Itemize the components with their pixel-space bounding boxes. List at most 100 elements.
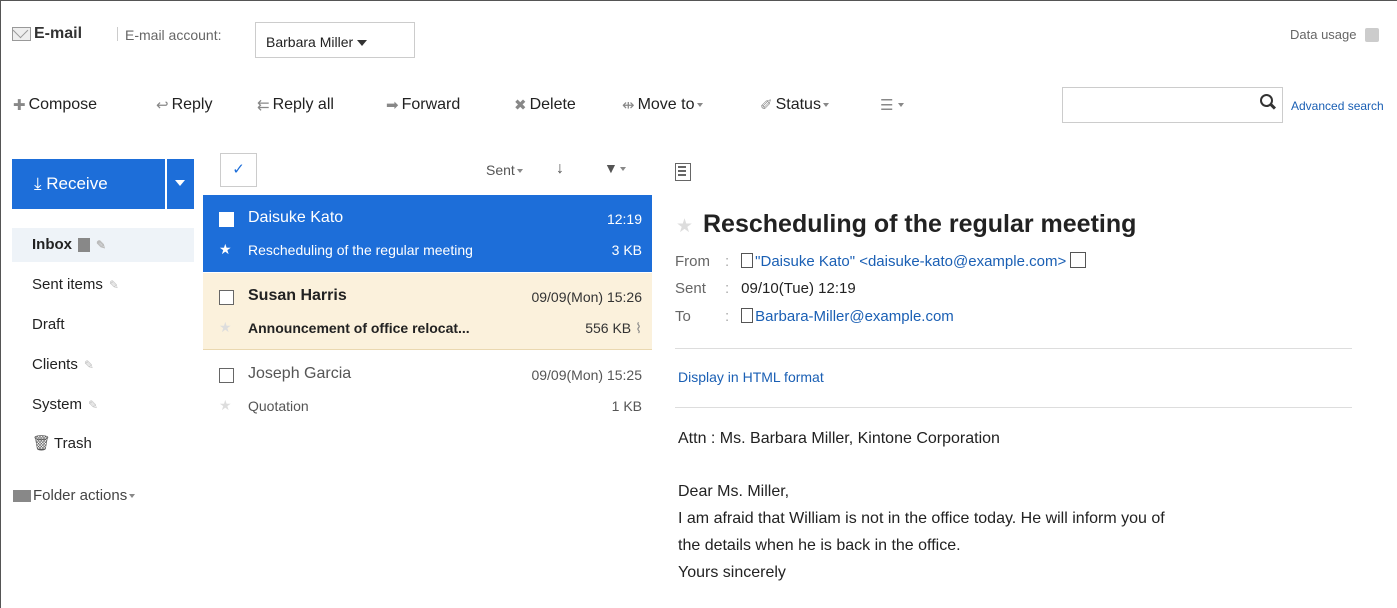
app-title-label: E-mail xyxy=(34,25,83,42)
sidebar-item-clients[interactable]: Clients ✎ xyxy=(32,356,94,373)
move-to-button[interactable]: ⇹ Move to xyxy=(622,96,703,114)
receive-dropdown-button[interactable] xyxy=(167,159,194,209)
sidebar-item-label: Clients xyxy=(32,356,78,373)
shared-icon: ✎ xyxy=(88,397,99,412)
message-size: 1 KB xyxy=(611,398,642,414)
checkmark-icon: ✓ xyxy=(232,161,245,178)
from-row: From: "Daisuke Kato" <daisuke-kato@exampl… xyxy=(675,252,1087,270)
message-size: 556 KB xyxy=(585,320,632,336)
sidebar-item-sent-items[interactable]: Sent items ✎ xyxy=(32,276,119,293)
trash-icon: 🗑 xyxy=(32,435,52,452)
message-body-line: Attn : Ms. Barbara Miller, Kintone Corpo… xyxy=(678,430,1000,447)
print-view-icon[interactable] xyxy=(675,163,691,181)
folder-actions-menu[interactable]: Folder actions xyxy=(13,487,136,504)
star-icon[interactable]: ★ xyxy=(219,319,232,336)
address-book-icon[interactable] xyxy=(1070,252,1087,268)
star-icon[interactable]: ★ xyxy=(219,241,232,258)
folder-icon xyxy=(13,489,31,502)
sort-direction-icon[interactable]: ↓ xyxy=(556,160,564,178)
chevron-down-icon xyxy=(175,180,185,186)
account-select[interactable]: Barbara Miller xyxy=(255,22,415,58)
sidebar-item-draft[interactable]: Draft xyxy=(32,316,65,333)
delete-button[interactable]: ✖ Delete xyxy=(514,96,576,114)
top-bar: E-mail E-mail account: Barbara Miller Da… xyxy=(0,0,1397,70)
chevron-down-icon xyxy=(619,167,626,172)
message-checkbox[interactable] xyxy=(219,290,234,305)
status-icon: ✐ xyxy=(760,97,773,114)
chevron-down-icon xyxy=(357,40,368,47)
message-subject: Quotation xyxy=(248,398,309,414)
unread-badge-icon xyxy=(78,237,90,252)
from-address-link[interactable]: "Daisuke Kato" <daisuke-kato@example.com… xyxy=(755,253,1066,270)
shared-icon: ✎ xyxy=(108,277,119,292)
message-checkbox[interactable] xyxy=(219,368,234,383)
message-sender: Susan Harris xyxy=(248,287,347,304)
download-icon: ⤓ xyxy=(34,174,42,193)
shared-icon: ✎ xyxy=(83,357,94,372)
message-body-line: Yours sincerely xyxy=(678,564,786,581)
mail-icon xyxy=(12,27,31,41)
message-time: 09/09(Mon) 15:25 xyxy=(531,367,642,383)
message-body-line: the details when he is back in the offic… xyxy=(678,537,961,554)
paperclip-icon: ⌇ xyxy=(635,320,642,336)
sidebar-item-inbox[interactable]: Inbox ✎ xyxy=(32,236,106,253)
list-icon: ☰ xyxy=(880,97,894,114)
search-input[interactable] xyxy=(1069,90,1253,122)
forward-label: Forward xyxy=(401,96,461,113)
message-row[interactable]: Daisuke Kato 12:19 ★ Rescheduling of the… xyxy=(203,195,652,272)
compose-label: Compose xyxy=(28,96,98,113)
star-icon[interactable]: ★ xyxy=(219,397,232,414)
status-button[interactable]: ✐ Status xyxy=(760,96,829,114)
receive-label: Receive xyxy=(46,174,108,193)
reply-all-button[interactable]: ⇇ Reply all xyxy=(257,96,334,114)
to-address-link[interactable]: Barbara-Miller@example.com xyxy=(755,308,954,325)
message-row[interactable]: Susan Harris 09/09(Mon) 15:26 ★ Announce… xyxy=(203,273,652,350)
star-icon[interactable]: ★ xyxy=(676,215,693,238)
select-all-checkbox[interactable]: ✓ xyxy=(220,153,257,187)
sidebar-item-label: System xyxy=(32,396,83,413)
sent-value: 09/10(Tue) 12:19 xyxy=(741,280,856,297)
message-time: 12:19 xyxy=(606,211,642,227)
reply-button[interactable]: ↩ Reply xyxy=(156,96,212,114)
message-row[interactable]: Joseph Garcia 09/09(Mon) 15:25 ★ Quotati… xyxy=(203,351,652,428)
message-size-wrap: 556 KB ⌇ xyxy=(585,320,642,337)
contact-icon xyxy=(741,253,754,268)
contact-icon xyxy=(741,308,754,323)
sent-label: Sent xyxy=(675,280,706,297)
from-label: From xyxy=(675,253,710,270)
chevron-down-icon xyxy=(898,103,905,107)
account-label: E-mail account: xyxy=(125,27,222,43)
receive-button[interactable]: ⤓ Receive xyxy=(12,159,165,209)
sidebar-item-trash[interactable]: 🗑 Trash xyxy=(32,434,92,453)
list-options-button[interactable]: ☰ xyxy=(880,96,905,114)
message-subject: Announcement of office relocat... xyxy=(248,320,470,336)
chevron-down-icon xyxy=(129,493,136,498)
reply-label: Reply xyxy=(171,96,213,113)
divider xyxy=(117,27,118,41)
divider xyxy=(675,407,1352,408)
divider xyxy=(675,348,1352,349)
message-sender: Daisuke Kato xyxy=(248,209,344,226)
move-icon: ⇹ xyxy=(622,97,635,114)
advanced-search-link[interactable]: Advanced search xyxy=(1291,99,1384,113)
sidebar-item-system[interactable]: System ✎ xyxy=(32,396,98,413)
compose-button[interactable]: ✚ Compose xyxy=(13,96,97,114)
data-usage-label: Data usage xyxy=(1290,27,1357,42)
to-row: To: Barbara-Miller@example.com xyxy=(675,308,954,325)
message-subject: Rescheduling of the regular meeting xyxy=(248,242,473,258)
message-checkbox[interactable] xyxy=(219,212,234,227)
data-usage-link[interactable]: Data usage xyxy=(1290,27,1379,42)
sent-row: Sent:09/10(Tue) 12:19 xyxy=(675,280,856,297)
filter-icon[interactable]: ▼ xyxy=(604,160,626,176)
display-html-link[interactable]: Display in HTML format xyxy=(678,369,824,385)
status-label: Status xyxy=(775,96,821,113)
account-value: Barbara Miller xyxy=(266,34,354,50)
data-usage-icon xyxy=(1364,27,1379,42)
delete-icon: ✖ xyxy=(514,97,527,114)
message-time: 09/09(Mon) 15:26 xyxy=(531,289,642,305)
search-icon[interactable] xyxy=(1260,94,1274,108)
forward-button[interactable]: ➡ Forward xyxy=(386,96,460,114)
sort-field-dropdown[interactable]: Sent xyxy=(486,162,523,178)
chevron-down-icon xyxy=(822,103,829,107)
sidebar-item-label: Trash xyxy=(54,434,92,452)
